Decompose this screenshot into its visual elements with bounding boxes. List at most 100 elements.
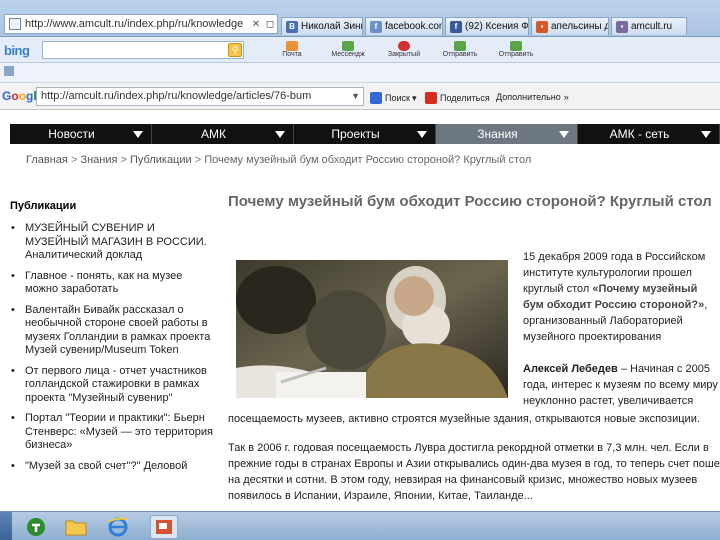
nav-label: Новости [48,127,95,141]
body-line: посещаемость музеев, активно строятся му… [228,413,700,425]
article-intro: 15 декабря 2009 года в Российском инстит… [523,249,720,345]
body-line: на десятки и сотни. В этом году, невзира… [228,474,698,486]
site-nav: Новости АМК Проекты Знания АМК - сеть [10,124,720,144]
chevron-right-icon: » [563,92,569,102]
nav-projects[interactable]: Проекты [294,124,436,144]
chevron-down-icon: ▾ [411,92,417,103]
google-toolbar: Google http://amcult.ru/index.php/ru/kno… [0,83,720,110]
sidebar-item[interactable]: "Музей за свой счет"?" Деловой [10,460,215,474]
private-button-label: Закрытый [387,51,421,58]
browser-tab-5[interactable]: ▪ amcult.ru [611,17,687,35]
breadcrumb-publications[interactable]: Публикации [130,154,192,166]
send-icon [454,41,466,51]
facebook-icon: f [450,20,462,33]
browser-tab-1[interactable]: В Николай Зинн... [281,17,363,35]
nav-news[interactable]: Новости [10,124,152,144]
page-content: Новости АМК Проекты Знания АМК - сеть Гл… [0,110,720,511]
nav-amk-network[interactable]: АМК - сеть [578,124,720,144]
share-icon [425,92,437,104]
sidebar-item[interactable]: Валентайн Бивайк рассказал о необычной с… [10,304,215,358]
bing-logo: bing [4,43,30,58]
chevron-down-icon [417,131,427,138]
nav-label: АМК - сеть [609,127,670,141]
more-button[interactable]: Дополнительно » [496,92,569,102]
body-line: прежние годы в странах Европы и Азии отк… [228,458,720,470]
google-url-text: http://amcult.ru/index.php/ru/knowledge/… [41,90,312,102]
google-search-button[interactable]: Поиск ▾ [370,92,416,104]
sidebar-item[interactable]: Главное - понять, как на музее можно зар… [10,270,215,297]
presentation-icon[interactable] [150,515,178,539]
favicon-icon: ▪ [536,20,548,33]
photo-image [236,260,508,398]
sidebar-item[interactable]: От первого лица - отчет участников голла… [10,365,215,406]
sidebar-title: Публикации [10,200,77,212]
send-button[interactable]: Отправить [436,41,484,62]
chevron-down-icon [133,131,143,138]
favicon-icon: В [286,20,298,33]
browser-tab-3[interactable]: f (92) Ксения Ф... [445,17,529,35]
tab-label: апельсины дл... [551,21,608,32]
messenger-button[interactable]: Мессендж [324,41,372,62]
torrent-icon[interactable] [22,515,50,539]
send-button-label: Отправить [442,51,478,58]
author-name: Алексей Лебедев [523,363,618,375]
browser-icon[interactable] [104,515,132,539]
new-tab-icon[interactable]: ◻ [263,17,277,31]
address-tab[interactable]: http://www.amcult.ru/index.php/ru/knowle… [4,14,278,34]
share-button[interactable]: Поделиться [425,92,490,104]
nav-amk[interactable]: АМК [152,124,294,144]
settings-icon[interactable] [4,66,14,76]
tab-label: (92) Ксения Ф... [465,21,529,32]
nav-label: АМК [201,127,226,141]
tab-label: facebook.com [385,21,443,32]
nav-label: Проекты [331,127,380,141]
messenger-icon [342,41,354,51]
article-title: Почему музейный бум обходит Россию сторо… [228,193,712,210]
google-search-label: Поиск [385,93,410,103]
breadcrumb-knowledge[interactable]: Знания [80,154,117,166]
body-line: Так в 2006 г. годовая посещаемость Лувра… [228,442,709,454]
share-label: Поделиться [440,93,490,103]
close-icon[interactable]: ✕ [249,17,263,31]
mail-button[interactable]: Почта [268,41,316,62]
send-button-label: Отправить [498,51,534,58]
block-icon [398,41,410,51]
sidebar-list: МУЗЕЙНЫЙ СУВЕНИР И МУЗЕЙНЫЙ МАГАЗИН В РО… [10,222,215,480]
sidebar-item[interactable]: МУЗЕЙНЫЙ СУВЕНИР И МУЗЕЙНЫЙ МАГАЗИН В РО… [10,222,215,263]
search-icon [370,92,382,104]
favorites-bar [0,63,720,83]
address-tab-url: http://www.amcult.ru/index.php/ru/knowle… [25,18,244,30]
breadcrumb: Главная > Знания > Публикации > Почему м… [26,154,532,166]
messenger-button-label: Мессендж [331,51,365,58]
send-button-2[interactable]: Отправить [492,41,540,62]
tab-label: amcult.ru [631,21,673,32]
bing-search-input[interactable] [42,41,244,59]
article-photo [236,260,508,398]
breadcrumb-home[interactable]: Главная [26,154,68,166]
browser-tab-2[interactable]: f facebook.com [365,17,443,35]
mail-icon [286,41,298,51]
author-paragraph: Алексей Лебедев – Начиная с 2005 года, и… [523,361,720,409]
search-icon[interactable]: ⚲ [228,43,242,57]
chevron-down-icon [559,131,569,138]
mail-button-label: Почта [282,51,302,58]
send-icon [510,41,522,51]
folder-icon[interactable] [62,515,90,539]
body-line: появилось в Испании, Израиле, Японии, Ки… [228,490,533,502]
private-button[interactable]: Закрытый [380,41,428,62]
start-button[interactable] [0,512,12,540]
sidebar-item[interactable]: Портал "Теории и практики": Бьерн Стенве… [10,412,215,453]
google-url-input[interactable]: http://amcult.ru/index.php/ru/knowledge/… [36,87,364,106]
favicon-icon: ▪ [616,20,628,33]
chevron-down-icon[interactable]: ▼ [351,88,360,105]
bing-toolbar: bing ⚲ Почта Мессендж Закрытый Отправить… [0,37,720,63]
tab-label: Николай Зинн... [301,21,362,32]
chevron-down-icon [701,131,711,138]
nav-knowledge[interactable]: Знания [436,124,578,144]
browser-tab-4[interactable]: ▪ апельсины дл... [531,17,609,35]
browser-tab-strip: http://www.amcult.ru/index.php/ru/knowle… [0,0,720,37]
nav-label: Знания [477,127,518,141]
favicon-icon: f [370,20,382,33]
breadcrumb-current: Почему музейный бум обходит Россию сторо… [204,154,532,166]
taskbar [0,511,720,540]
